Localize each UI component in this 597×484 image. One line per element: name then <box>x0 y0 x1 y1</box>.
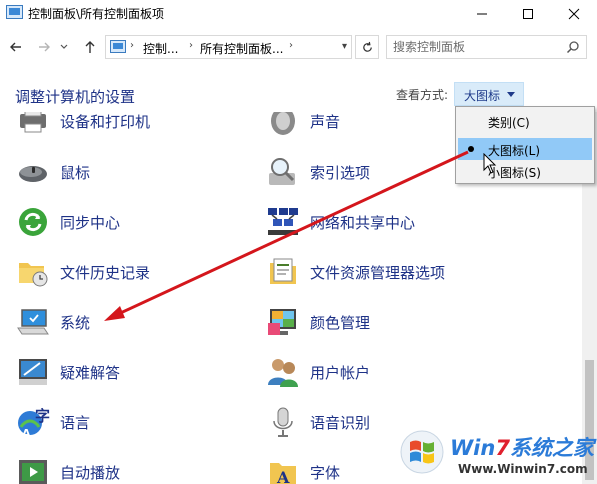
item-language[interactable]: 字A 语言 <box>16 404 90 440</box>
page-title: 调整计算机的设置 <box>15 88 136 106</box>
back-arrow-icon <box>10 42 21 52</box>
item-label: 系统 <box>60 313 91 332</box>
item-label: 语音识别 <box>310 413 371 432</box>
control-panel-icon <box>6 5 23 19</box>
close-icon <box>568 8 580 20</box>
navigation-bar: › 控制... › 所有控制面板... › ▾ <box>0 32 597 62</box>
item-speech-recognition[interactable]: 语音识别 <box>266 404 370 440</box>
menu-item-label: 类别(C) <box>488 116 530 130</box>
item-label: 网络和共享中心 <box>310 213 416 232</box>
window-title: 控制面板\所有控制面板项 <box>28 7 165 21</box>
view-by-label: 查看方式: <box>396 88 449 102</box>
search-box[interactable] <box>386 35 587 59</box>
svg-text:A: A <box>276 468 290 484</box>
item-user-accounts[interactable]: 用户帐户 <box>266 354 370 390</box>
indexing-icon <box>266 155 300 189</box>
search-input[interactable] <box>393 39 563 55</box>
watermark-url: Www.Winwin7.com <box>458 462 588 476</box>
up-button[interactable] <box>80 38 100 56</box>
speech-recognition-icon <box>266 405 300 439</box>
autoplay-icon <box>16 455 50 484</box>
user-accounts-icon <box>266 355 300 389</box>
item-label: 语言 <box>60 413 91 432</box>
chevron-down-icon <box>60 44 68 49</box>
file-history-icon <box>16 255 50 289</box>
forward-arrow-icon <box>39 42 50 52</box>
selected-bullet-icon <box>468 146 474 152</box>
svg-text:A: A <box>22 427 31 439</box>
mouse-icon <box>16 155 50 189</box>
search-icon[interactable] <box>566 40 580 54</box>
item-mouse[interactable]: 鼠标 <box>16 154 90 190</box>
item-system[interactable]: 系统 <box>16 304 90 340</box>
item-label: 疑难解答 <box>60 363 121 382</box>
item-color-management[interactable]: 颜色管理 <box>266 304 370 340</box>
caret-down-icon <box>507 92 515 97</box>
back-button[interactable] <box>6 38 26 56</box>
menu-item-category[interactable]: 类别(C) <box>458 110 592 132</box>
menu-item-large-icons[interactable]: 大图标(L) <box>458 138 592 160</box>
item-label: 声音 <box>310 112 341 131</box>
minimize-button[interactable] <box>459 0 505 28</box>
svg-text:字: 字 <box>35 407 50 425</box>
speaker-icon <box>266 112 300 138</box>
view-by-dropdown[interactable]: 大图标 <box>454 82 524 106</box>
view-by-value: 大图标 <box>464 89 501 103</box>
item-file-explorer-options[interactable]: 文件资源管理器选项 <box>266 254 445 290</box>
troubleshooting-icon <box>16 355 50 389</box>
system-icon <box>16 305 50 339</box>
breadcrumb-separator-icon: › <box>189 40 193 51</box>
item-label: 鼠标 <box>60 163 91 182</box>
item-network-sharing-center[interactable]: 网络和共享中心 <box>266 204 415 240</box>
refresh-icon <box>362 41 372 52</box>
menu-item-small-icons[interactable]: 小图标(S) <box>458 160 592 182</box>
item-label: 索引选项 <box>310 163 371 182</box>
breadcrumb-all-items[interactable]: 所有控制面板... <box>200 40 283 57</box>
recent-locations-button[interactable] <box>58 38 70 56</box>
language-icon: 字A <box>16 405 50 440</box>
item-label: 文件历史记录 <box>60 263 151 282</box>
address-bar[interactable]: › 控制... › 所有控制面板... › ▾ <box>105 35 352 59</box>
windows-logo-icon <box>400 430 444 474</box>
breadcrumb-separator-icon: › <box>289 40 293 51</box>
minimize-icon <box>477 13 487 15</box>
maximize-button[interactable] <box>505 0 551 28</box>
item-troubleshooting[interactable]: 疑难解答 <box>16 354 120 390</box>
item-label: 字体 <box>310 463 341 482</box>
item-autoplay[interactable]: 自动播放 <box>16 454 120 484</box>
title-bar: 控制面板\所有控制面板项 <box>0 0 597 28</box>
item-label: 颜色管理 <box>310 313 371 332</box>
breadcrumb-separator-icon: › <box>130 40 134 51</box>
watermark: Win7系统之家 Www.Winwin7.com <box>398 428 594 484</box>
mouse-pointer-icon <box>483 153 497 174</box>
item-sync-center[interactable]: 同步中心 <box>16 204 120 240</box>
network-icon <box>266 205 300 239</box>
folder-options-icon <box>266 255 300 289</box>
item-file-history[interactable]: 文件历史记录 <box>16 254 150 290</box>
item-label: 同步中心 <box>60 213 121 232</box>
sync-icon <box>16 205 50 239</box>
forward-button[interactable] <box>34 38 54 56</box>
breadcrumb-control-panel[interactable]: 控制... <box>143 40 178 57</box>
address-dropdown-icon[interactable]: ▾ <box>342 41 347 52</box>
color-management-icon <box>266 305 300 339</box>
item-fonts[interactable]: A 字体 <box>266 454 340 484</box>
control-panel-location-icon <box>110 40 126 53</box>
printer-icon <box>16 112 50 138</box>
view-by-menu: 类别(C) 大图标(L) 小图标(S) <box>455 106 595 184</box>
maximize-icon <box>523 9 533 19</box>
item-label: 自动播放 <box>60 463 121 482</box>
item-label: 设备和打印机 <box>60 112 151 131</box>
refresh-button[interactable] <box>355 35 379 59</box>
item-indexing-options[interactable]: 索引选项 <box>266 154 370 190</box>
fonts-icon: A <box>266 455 300 484</box>
close-button[interactable] <box>551 0 597 28</box>
item-label: 文件资源管理器选项 <box>310 263 446 282</box>
up-arrow-icon <box>85 41 95 53</box>
item-label: 用户帐户 <box>310 363 371 382</box>
item-devices-printers[interactable]: 设备和打印机 <box>16 112 150 139</box>
item-sound[interactable]: 声音 <box>266 112 340 139</box>
watermark-brand: Win7系统之家 <box>450 436 594 460</box>
